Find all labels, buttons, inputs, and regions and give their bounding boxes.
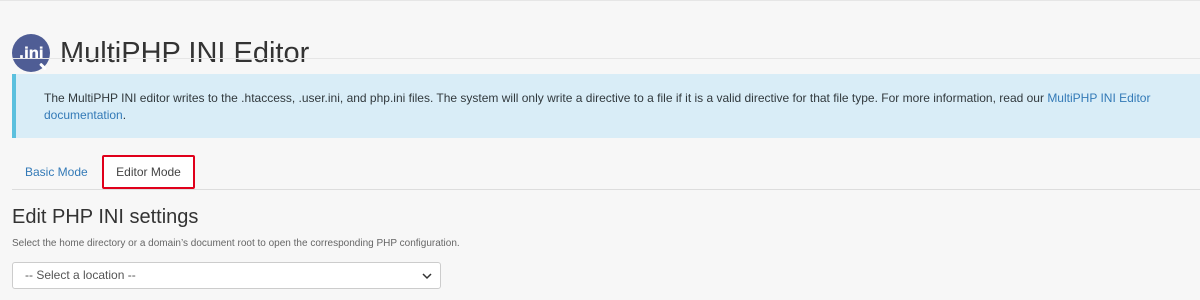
- tab-editor-mode[interactable]: Editor Mode: [102, 155, 195, 189]
- multiphp-ini-logo-icon: .ini: [12, 34, 50, 73]
- header-divider: [12, 58, 1200, 59]
- mode-tabs: Basic Mode Editor Mode: [12, 155, 1200, 190]
- tab-basic-mode[interactable]: Basic Mode: [12, 155, 100, 189]
- chevron-down-icon: [422, 273, 432, 280]
- section-title: Edit PHP INI settings: [12, 206, 199, 228]
- logo-text: .ini: [18, 44, 44, 63]
- alert-text: The MultiPHP INI editor writes to the .h…: [44, 91, 1048, 105]
- logo-tail: [39, 63, 47, 71]
- alert-suffix: .: [122, 108, 127, 122]
- location-select-value: -- Select a location --: [25, 268, 136, 282]
- section-help-text: Select the home directory or a domain’s …: [12, 238, 460, 249]
- info-alert: The MultiPHP INI editor writes to the .h…: [12, 74, 1200, 138]
- page-title: MultiPHP INI Editor: [60, 37, 310, 70]
- location-select[interactable]: -- Select a location --: [12, 262, 441, 289]
